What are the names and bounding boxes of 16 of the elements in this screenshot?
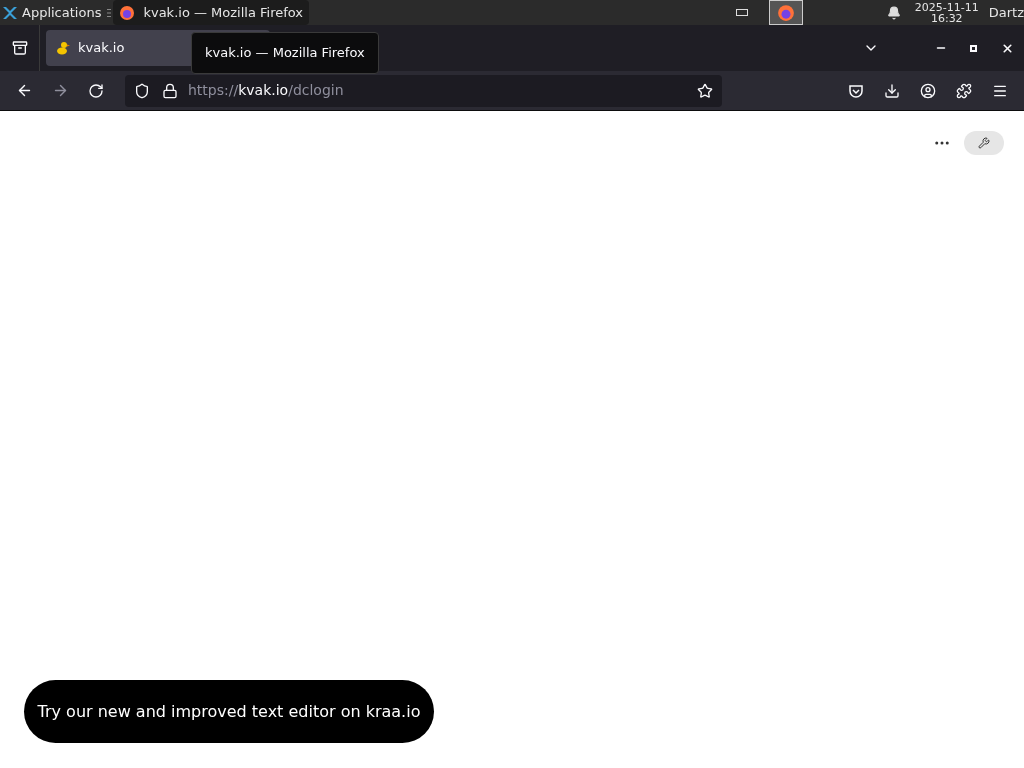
applications-menu[interactable]: Applications	[0, 0, 106, 25]
clock[interactable]: 2025-11-11 16:32	[908, 1, 985, 24]
firefox-icon	[776, 3, 795, 22]
wrench-icon	[978, 137, 990, 149]
user-name[interactable]: Dartz	[984, 2, 1024, 23]
firefox-task-button[interactable]	[768, 0, 803, 25]
handle-icon	[107, 7, 112, 18]
window-button[interactable]: kvak.io — Mozilla Firefox	[113, 0, 310, 25]
duck-icon	[56, 41, 70, 55]
url-text: https://kvak.io/dclogin	[188, 81, 344, 100]
promo-banner[interactable]: Try our new and improved text editor on kraa.io	[24, 680, 434, 743]
logo-icon	[2, 4, 18, 21]
firefox-icon	[119, 4, 136, 21]
address-bar[interactable]: https://kvak.io/dclogin	[125, 74, 722, 107]
tooltip: kvak.io — Mozilla Firefox	[191, 32, 379, 74]
wrench-button[interactable]	[964, 131, 1004, 155]
